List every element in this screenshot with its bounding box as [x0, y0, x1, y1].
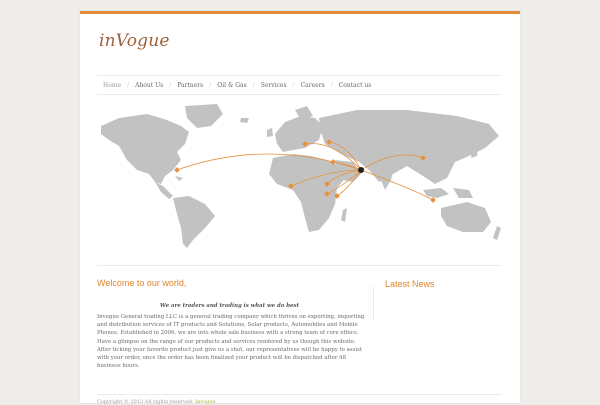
- nav-item-about-us[interactable]: About Us: [129, 76, 169, 94]
- nav-item-home[interactable]: Home: [97, 76, 127, 94]
- welcome-tagline: We are traders and trading is what we do…: [160, 303, 299, 309]
- page-container: inVogue Home / About Us / Partners / Oil…: [80, 11, 520, 405]
- welcome-body: Invogue General trading LLC is a general…: [97, 314, 365, 370]
- hub-marker: [358, 167, 364, 173]
- nav-item-contact-us[interactable]: Contact us: [333, 76, 378, 94]
- main-nav: Home / About Us / Partners / Oil & Gas /…: [97, 75, 502, 95]
- nav-item-services[interactable]: Services: [255, 76, 293, 94]
- nav-item-careers[interactable]: Careers: [295, 76, 331, 94]
- footer-divider: [97, 394, 502, 395]
- column-divider: [373, 286, 374, 320]
- nav-item-oil-gas[interactable]: Oil & Gas: [211, 76, 252, 94]
- map-land: [101, 104, 501, 248]
- nav-item-partners[interactable]: Partners: [171, 76, 209, 94]
- welcome-heading: Welcome to our world,: [97, 278, 187, 288]
- section-divider: [97, 265, 502, 266]
- latest-news-heading: Latest News: [385, 279, 435, 289]
- world-map-banner: [101, 104, 501, 248]
- site-logo[interactable]: inVogue: [99, 31, 170, 51]
